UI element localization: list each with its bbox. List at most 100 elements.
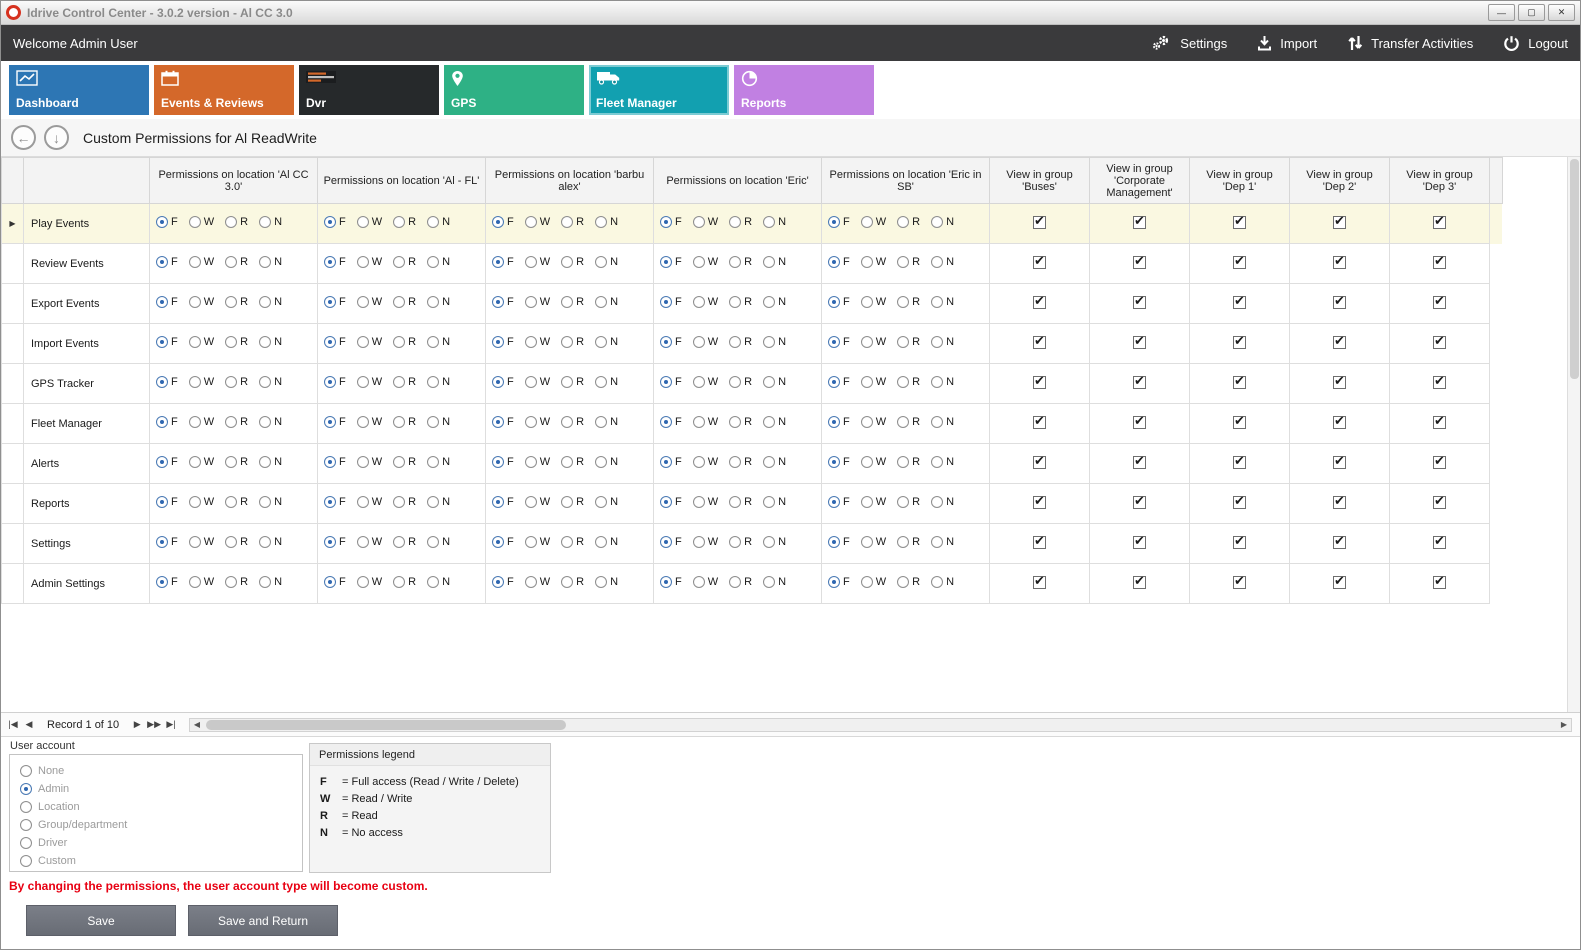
view-group-checkbox[interactable] — [1133, 336, 1146, 349]
radio-option-r[interactable]: R — [729, 496, 752, 508]
radio-option-r[interactable]: R — [897, 576, 920, 588]
view-group-checkbox[interactable] — [1333, 416, 1346, 429]
radio-option-n[interactable]: N — [595, 456, 618, 468]
tab-gps[interactable]: GPS — [444, 65, 584, 115]
radio-option-w[interactable]: W — [525, 576, 550, 588]
vertical-scrollbar-thumb[interactable] — [1570, 159, 1579, 379]
radio-option-f[interactable]: F — [156, 416, 178, 428]
radio-option-f[interactable]: F — [156, 536, 178, 548]
radio-option-w[interactable]: W — [189, 296, 214, 308]
radio-option-w[interactable]: W — [357, 296, 382, 308]
radio-option-w[interactable]: W — [861, 216, 886, 228]
user-account-option-custom[interactable]: Custom — [20, 852, 292, 870]
radio-option-f[interactable]: F — [492, 256, 514, 268]
radio-option-n[interactable]: N — [763, 376, 786, 388]
radio-option-f[interactable]: F — [324, 416, 346, 428]
radio-option-f[interactable]: F — [156, 376, 178, 388]
radio-option-w[interactable]: W — [357, 256, 382, 268]
radio-option-r[interactable]: R — [729, 416, 752, 428]
radio-option-n[interactable]: N — [763, 536, 786, 548]
radio-option-n[interactable]: N — [763, 336, 786, 348]
radio-option-w[interactable]: W — [357, 536, 382, 548]
radio-option-f[interactable]: F — [828, 576, 850, 588]
radio-option-n[interactable]: N — [427, 456, 450, 468]
radio-option-f[interactable]: F — [660, 496, 682, 508]
radio-option-r[interactable]: R — [729, 576, 752, 588]
radio-option-w[interactable]: W — [357, 456, 382, 468]
view-group-checkbox[interactable] — [1433, 216, 1446, 229]
radio-option-r[interactable]: R — [729, 456, 752, 468]
group-column-header-4[interactable]: View in group 'Dep 3' — [1390, 158, 1490, 204]
radio-option-w[interactable]: W — [693, 576, 718, 588]
radio-option-w[interactable]: W — [357, 376, 382, 388]
radio-option-w[interactable]: W — [357, 496, 382, 508]
maximize-button[interactable]: ▢ — [1518, 4, 1545, 21]
close-button[interactable]: ✕ — [1548, 4, 1575, 21]
radio-option-n[interactable]: N — [259, 576, 282, 588]
radio-option-w[interactable]: W — [189, 216, 214, 228]
radio-option-n[interactable]: N — [931, 296, 954, 308]
radio-option-w[interactable]: W — [693, 216, 718, 228]
radio-option-f[interactable]: F — [828, 336, 850, 348]
radio-option-n[interactable]: N — [595, 496, 618, 508]
radio-option-n[interactable]: N — [931, 416, 954, 428]
radio-option-r[interactable]: R — [897, 216, 920, 228]
view-group-checkbox[interactable] — [1033, 336, 1046, 349]
radio-option-n[interactable]: N — [763, 456, 786, 468]
radio-option-f[interactable]: F — [492, 336, 514, 348]
previous-record-button[interactable]: ◀ — [21, 719, 37, 730]
transfer-activities-button[interactable]: Transfer Activities — [1347, 35, 1473, 51]
radio-option-f[interactable]: F — [828, 456, 850, 468]
group-column-header-3[interactable]: View in group 'Dep 2' — [1290, 158, 1390, 204]
radio-option-n[interactable]: N — [427, 536, 450, 548]
radio-option-r[interactable]: R — [897, 456, 920, 468]
view-group-checkbox[interactable] — [1433, 416, 1446, 429]
radio-option-r[interactable]: R — [225, 496, 248, 508]
radio-option-f[interactable]: F — [324, 496, 346, 508]
radio-option-w[interactable]: W — [693, 496, 718, 508]
radio-option-n[interactable]: N — [763, 296, 786, 308]
radio-option-f[interactable]: F — [156, 296, 178, 308]
radio-option-r[interactable]: R — [393, 376, 416, 388]
radio-option-r[interactable]: R — [225, 416, 248, 428]
radio-option-n[interactable]: N — [427, 256, 450, 268]
radio-option-r[interactable]: R — [729, 336, 752, 348]
save-and-return-button[interactable]: Save and Return — [188, 905, 338, 936]
radio-option-n[interactable]: N — [931, 496, 954, 508]
view-group-checkbox[interactable] — [1333, 296, 1346, 309]
radio-option-f[interactable]: F — [156, 496, 178, 508]
view-group-checkbox[interactable] — [1333, 336, 1346, 349]
radio-option-n[interactable]: N — [259, 496, 282, 508]
last-record-button[interactable]: ▶| — [163, 719, 179, 730]
radio-option-r[interactable]: R — [897, 416, 920, 428]
user-account-option-none[interactable]: None — [20, 762, 292, 780]
radio-option-w[interactable]: W — [525, 536, 550, 548]
radio-option-f[interactable]: F — [324, 576, 346, 588]
radio-option-w[interactable]: W — [861, 256, 886, 268]
radio-option-r[interactable]: R — [897, 376, 920, 388]
grid-row-play-events[interactable]: ▶Play EventsFWRNFWRNFWRNFWRNFWRN — [2, 204, 1503, 244]
view-group-checkbox[interactable] — [1433, 256, 1446, 269]
radio-option-f[interactable]: F — [156, 216, 178, 228]
view-group-checkbox[interactable] — [1233, 416, 1246, 429]
view-group-checkbox[interactable] — [1333, 456, 1346, 469]
radio-option-f[interactable]: F — [828, 216, 850, 228]
radio-option-w[interactable]: W — [693, 416, 718, 428]
radio-option-f[interactable]: F — [492, 296, 514, 308]
location-column-header-1[interactable]: Permissions on location 'Al - FL' — [318, 158, 486, 204]
radio-option-f[interactable]: F — [324, 336, 346, 348]
radio-option-r[interactable]: R — [561, 416, 584, 428]
radio-option-r[interactable]: R — [897, 536, 920, 548]
scroll-right-arrow-icon[interactable]: ▶ — [1557, 720, 1571, 729]
radio-option-w[interactable]: W — [693, 336, 718, 348]
location-column-header-0[interactable]: Permissions on location 'Al CC 3.0' — [150, 158, 318, 204]
radio-option-n[interactable]: N — [259, 376, 282, 388]
radio-option-r[interactable]: R — [225, 216, 248, 228]
view-group-checkbox[interactable] — [1033, 376, 1046, 389]
radio-option-n[interactable]: N — [427, 216, 450, 228]
radio-option-r[interactable]: R — [729, 536, 752, 548]
radio-option-n[interactable]: N — [427, 296, 450, 308]
radio-option-n[interactable]: N — [259, 216, 282, 228]
radio-option-w[interactable]: W — [861, 376, 886, 388]
radio-option-w[interactable]: W — [525, 336, 550, 348]
